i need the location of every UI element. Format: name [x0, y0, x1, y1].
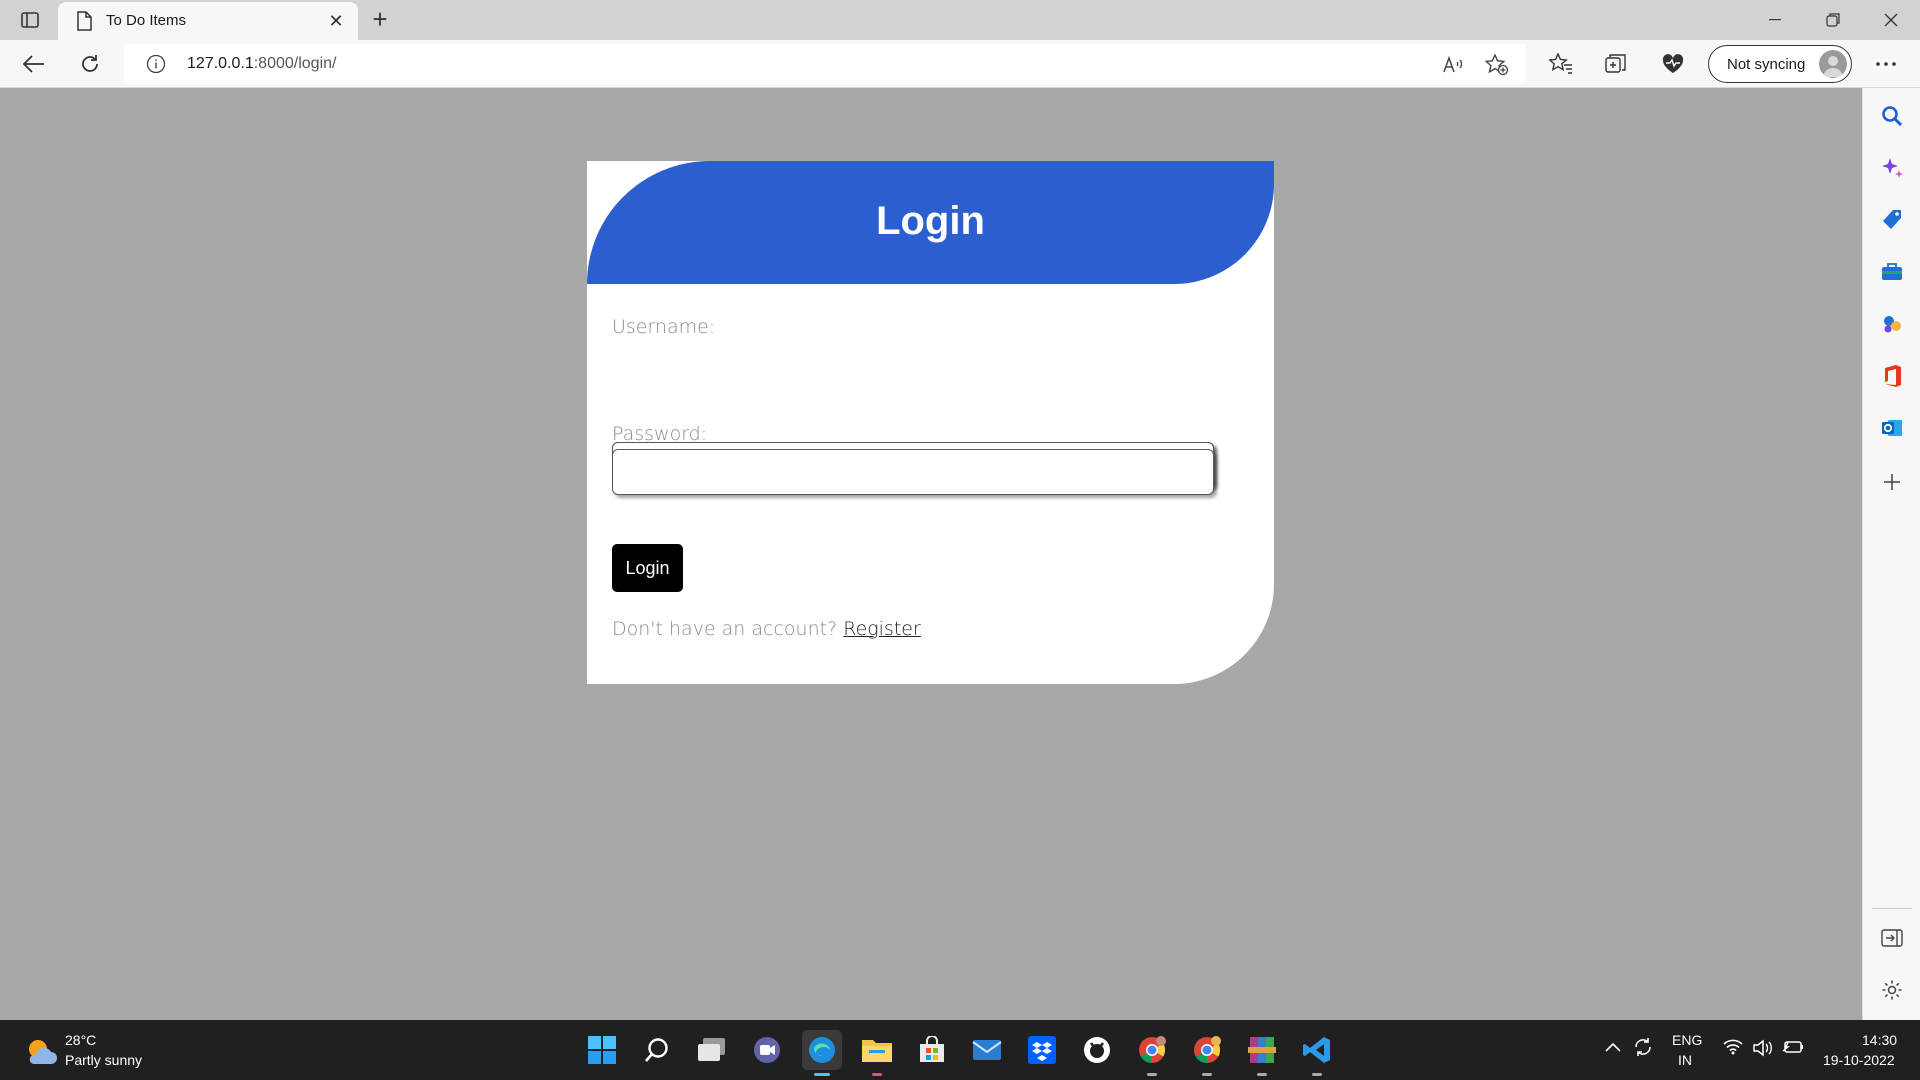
running-app-indicator	[872, 1073, 882, 1076]
github-icon[interactable]	[1077, 1030, 1117, 1070]
site-info-icon[interactable]	[146, 54, 166, 74]
office-icon[interactable]	[1878, 362, 1906, 390]
sidebar-divider	[1872, 908, 1912, 909]
active-app-indicator	[814, 1073, 830, 1076]
add-favorite-icon[interactable]	[1484, 52, 1510, 78]
chrome-profile-1-icon[interactable]	[1132, 1030, 1172, 1076]
login-button[interactable]: Login	[612, 544, 683, 592]
register-prompt-text: Don't have an account?	[612, 618, 838, 640]
page-icon	[76, 11, 92, 36]
collections-icon[interactable]	[1598, 48, 1634, 80]
refresh-icon[interactable]	[72, 48, 108, 80]
running-app-indicator	[1257, 1073, 1267, 1076]
vscode-icon[interactable]	[1297, 1030, 1337, 1076]
clock-date[interactable]: 19-10-2022	[1823, 1052, 1895, 1068]
back-icon[interactable]	[16, 48, 52, 80]
task-view-icon[interactable]	[692, 1030, 732, 1070]
browser-sidebar	[1862, 88, 1920, 1020]
minimize-icon[interactable]	[1752, 4, 1798, 36]
weather-temperature[interactable]: 28°C	[65, 1032, 96, 1048]
address-bar[interactable]: 127.0.0.1:8000/login/	[124, 44, 1526, 84]
discover-icon[interactable]	[1878, 154, 1906, 182]
running-app-indicator	[1202, 1073, 1212, 1076]
new-tab-button[interactable]: +	[366, 6, 394, 34]
wifi-icon[interactable]	[1723, 1039, 1743, 1058]
shopping-tag-icon[interactable]	[1878, 206, 1906, 234]
username-label: Username:	[612, 316, 716, 338]
password-input[interactable]	[612, 449, 1214, 495]
hide-sidebar-icon[interactable]	[1878, 924, 1906, 952]
search-icon[interactable]	[1878, 102, 1906, 130]
close-window-icon[interactable]	[1868, 4, 1914, 36]
sync-status-label: Not syncing	[1727, 56, 1806, 73]
running-app-indicator	[1147, 1073, 1157, 1076]
dropbox-icon[interactable]	[1022, 1030, 1062, 1070]
chrome-profile-2-icon[interactable]	[1187, 1030, 1227, 1076]
profile-sync-button[interactable]: Not syncing	[1708, 45, 1852, 83]
tools-icon[interactable]	[1878, 258, 1906, 286]
navigation-bar: 127.0.0.1:8000/login/ Not syncing	[0, 40, 1920, 88]
register-link[interactable]: Register	[843, 618, 921, 640]
browser-tab[interactable]: To Do Items ✕	[58, 2, 358, 40]
login-card-header: Login	[587, 161, 1274, 284]
teams-chat-icon[interactable]	[747, 1030, 787, 1070]
microsoft-store-icon[interactable]	[912, 1030, 952, 1070]
add-sidebar-app-icon[interactable]	[1878, 468, 1906, 496]
url-text[interactable]: 127.0.0.1:8000/login/	[187, 55, 336, 73]
sidebar-settings-icon[interactable]	[1878, 976, 1906, 1004]
url-host: 127.0.0.1	[187, 55, 254, 72]
read-aloud-icon[interactable]	[1440, 52, 1466, 78]
taskbar: 28°C Partly sunny ENG IN 14:30 19-10-202…	[0, 1020, 1920, 1080]
avatar	[1819, 50, 1847, 78]
file-explorer-icon[interactable]	[857, 1030, 897, 1076]
language-indicator[interactable]: ENG	[1672, 1032, 1702, 1048]
clock-time[interactable]: 14:30	[1862, 1032, 1897, 1048]
outlook-icon[interactable]	[1878, 414, 1906, 442]
region-indicator[interactable]: IN	[1678, 1052, 1692, 1068]
more-options-icon[interactable]	[1868, 48, 1904, 80]
show-hidden-icons-icon[interactable]	[1604, 1040, 1622, 1056]
tab-title: To Do Items	[106, 12, 187, 29]
start-icon[interactable]	[582, 1030, 622, 1070]
page-content: Login Username: Password: Login Don't ha…	[0, 89, 1862, 1020]
winrar-icon[interactable]	[1242, 1030, 1282, 1076]
tab-bar: To Do Items ✕ +	[0, 0, 1920, 40]
weather-partly-sunny-icon[interactable]	[24, 1034, 58, 1068]
register-prompt: Don't have an account? Register	[612, 618, 921, 640]
battery-icon[interactable]	[1782, 1039, 1804, 1058]
search-taskbar-icon[interactable]	[637, 1030, 677, 1070]
mail-icon[interactable]	[967, 1030, 1007, 1070]
games-icon[interactable]	[1878, 310, 1906, 338]
volume-icon[interactable]	[1752, 1039, 1774, 1060]
tab-actions-icon[interactable]	[14, 8, 46, 32]
browser-essentials-icon[interactable]	[1655, 48, 1691, 80]
sync-tray-icon[interactable]	[1632, 1036, 1654, 1061]
password-label: Password:	[612, 423, 708, 445]
running-app-indicator	[1312, 1073, 1322, 1076]
edge-taskbar-icon[interactable]	[802, 1030, 842, 1076]
weather-description[interactable]: Partly sunny	[65, 1052, 142, 1068]
page-title: Login	[876, 199, 985, 243]
restore-icon[interactable]	[1810, 4, 1856, 36]
login-card: Login Username: Password: Login Don't ha…	[587, 161, 1274, 684]
favorites-icon[interactable]	[1543, 48, 1579, 80]
close-tab-icon[interactable]: ✕	[326, 11, 346, 31]
url-path: :8000/login/	[253, 55, 337, 72]
